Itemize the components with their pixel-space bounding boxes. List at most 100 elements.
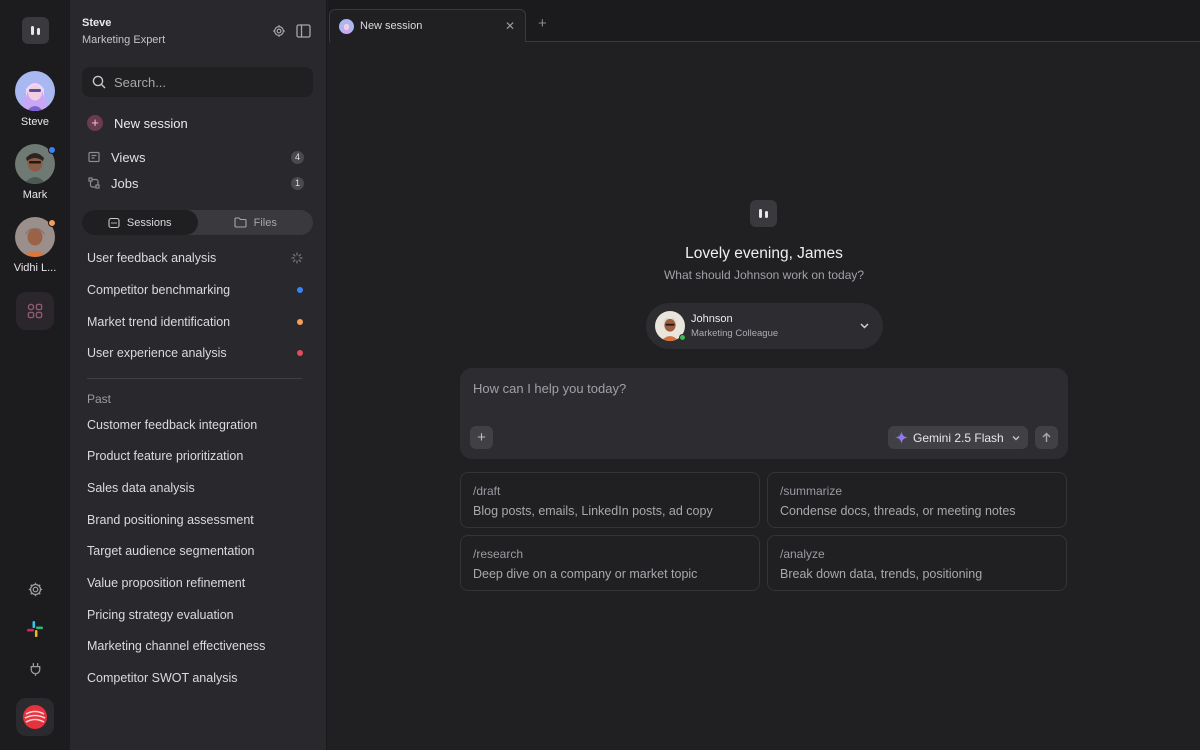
- suggestion-command: /analyze: [780, 547, 825, 561]
- agent-steve[interactable]: Steve: [0, 71, 70, 128]
- sidebar-item-views[interactable]: Views 4: [88, 147, 304, 167]
- plus-icon: +: [87, 115, 103, 131]
- tab-label: New session: [360, 20, 423, 32]
- suggestion-command: /draft: [473, 484, 501, 498]
- session-item[interactable]: User experience analysis: [87, 346, 303, 360]
- suggestion-description: Condense docs, threads, or meeting notes: [780, 504, 1016, 518]
- nav-label: Views: [111, 149, 146, 165]
- loading-spinner-icon: [291, 252, 303, 264]
- agent-name: Vidhi L...: [13, 262, 57, 274]
- model-label: Gemini 2.5 Flash: [913, 430, 1004, 445]
- chevron-down-icon: [860, 323, 869, 329]
- tab-bar-border: [500, 41, 1200, 42]
- app-window: Steve Mark Vidhi L... Steve Marketing Ex…: [0, 0, 1200, 750]
- add-tab-icon[interactable]: +: [538, 15, 547, 32]
- status-dot: [48, 219, 56, 227]
- gemini-icon: [895, 431, 908, 444]
- app-logo-icon[interactable]: [22, 17, 49, 44]
- plus-icon: +: [477, 429, 486, 446]
- app-logo-icon: [750, 200, 777, 227]
- past-session-item[interactable]: Sales data analysis: [87, 481, 195, 495]
- close-icon[interactable]: ✕: [505, 19, 515, 33]
- past-session-item[interactable]: Competitor SWOT analysis: [87, 671, 238, 685]
- new-session-button[interactable]: + New session: [87, 115, 188, 131]
- suggestion-description: Deep dive on a company or market topic: [473, 567, 698, 581]
- sidebar-user-name: Steve: [82, 17, 112, 29]
- agent-name: Johnson: [691, 313, 733, 325]
- past-session-item[interactable]: Target audience segmentation: [87, 544, 254, 558]
- suggestion-card-summarize[interactable]: /summarize Condense docs, threads, or me…: [767, 472, 1067, 528]
- attach-button[interactable]: +: [470, 426, 493, 449]
- suggestion-description: Break down data, trends, positioning: [780, 567, 983, 581]
- past-session-item[interactable]: Brand positioning assessment: [87, 513, 254, 527]
- search-icon: [92, 75, 106, 89]
- past-session-item[interactable]: Value proposition refinement: [87, 576, 245, 590]
- session-title: Competitor benchmarking: [87, 283, 231, 297]
- status-dot: [48, 146, 56, 154]
- agent-name: Mark: [22, 189, 48, 201]
- avatar: [15, 217, 56, 257]
- chevron-down-icon: [1012, 435, 1020, 440]
- avatar: [15, 144, 56, 184]
- tab-new-session[interactable]: New session ✕: [329, 9, 526, 42]
- gear-icon[interactable]: [272, 24, 286, 43]
- suggestion-command: /research: [473, 547, 524, 561]
- online-status-dot: [679, 334, 686, 341]
- status-dot: [297, 350, 303, 356]
- avatar: [655, 311, 686, 341]
- past-session-item[interactable]: Marketing channel effectiveness: [87, 639, 265, 653]
- agent-selector[interactable]: Johnson Marketing Colleague: [646, 303, 883, 349]
- nav-label: Jobs: [111, 175, 139, 191]
- avatar: [15, 71, 55, 111]
- avatar: [339, 18, 354, 34]
- brand-icon[interactable]: [16, 698, 54, 736]
- session-item[interactable]: Competitor benchmarking: [87, 283, 303, 297]
- divider: [87, 378, 302, 379]
- arrow-up-icon: [1042, 432, 1051, 442]
- suggestion-card-analyze[interactable]: /analyze Break down data, trends, positi…: [767, 535, 1067, 591]
- status-dot: [297, 287, 303, 293]
- search-input[interactable]: [114, 74, 304, 90]
- status-dot: [297, 319, 303, 325]
- apps-grid-icon[interactable]: [16, 292, 54, 330]
- tab-sessions[interactable]: Sessions: [82, 210, 198, 235]
- sidebar-toggle-icon[interactable]: [296, 24, 311, 43]
- session-title: User feedback analysis: [87, 251, 217, 265]
- chat-icon: [108, 217, 120, 228]
- past-session-item[interactable]: Product feature prioritization: [87, 449, 243, 463]
- new-session-label: New session: [114, 115, 188, 131]
- tab-files[interactable]: Files: [198, 210, 314, 235]
- main-panel: New session ✕ + Lovely evening, James Wh…: [328, 0, 1200, 750]
- plug-icon[interactable]: [20, 654, 50, 684]
- jobs-icon: [88, 177, 100, 189]
- count-badge: 4: [291, 150, 304, 164]
- sidebar-item-jobs[interactable]: Jobs 1: [88, 173, 304, 193]
- sidebar-user-role: Marketing Expert: [82, 34, 166, 46]
- session-item[interactable]: User feedback analysis: [87, 251, 303, 265]
- sessions-files-toggle: Sessions Files: [82, 210, 313, 235]
- suggestion-card-research[interactable]: /research Deep dive on a company or mark…: [460, 535, 760, 591]
- agent-vidhi[interactable]: Vidhi L...: [0, 217, 70, 274]
- count-badge: 1: [291, 176, 304, 190]
- views-icon: [88, 151, 100, 163]
- past-section-label: Past: [87, 392, 112, 406]
- suggestion-command: /summarize: [780, 484, 843, 498]
- sidebar: Steve Marketing Expert + New session: [70, 0, 327, 750]
- tab-label: Files: [253, 216, 277, 229]
- agent-role: Marketing Colleague: [691, 328, 779, 339]
- agent-mark[interactable]: Mark: [0, 144, 70, 201]
- composer: + Gemini 2.5 Flash: [460, 368, 1068, 459]
- slack-icon[interactable]: [20, 614, 50, 644]
- send-button[interactable]: [1035, 426, 1058, 449]
- model-selector[interactable]: Gemini 2.5 Flash: [888, 426, 1028, 449]
- past-session-item[interactable]: Customer feedback integration: [87, 418, 257, 432]
- past-session-item[interactable]: Pricing strategy evaluation: [87, 608, 234, 622]
- session-item[interactable]: Market trend identification: [87, 315, 303, 329]
- suggestion-card-draft[interactable]: /draft Blog posts, emails, LinkedIn post…: [460, 472, 760, 528]
- gear-icon[interactable]: [20, 574, 50, 604]
- suggestion-description: Blog posts, emails, LinkedIn posts, ad c…: [473, 504, 713, 518]
- folder-icon: [234, 217, 247, 228]
- tab-label: Sessions: [126, 216, 172, 229]
- prompt-input[interactable]: [473, 381, 1033, 405]
- search-box: [82, 67, 313, 97]
